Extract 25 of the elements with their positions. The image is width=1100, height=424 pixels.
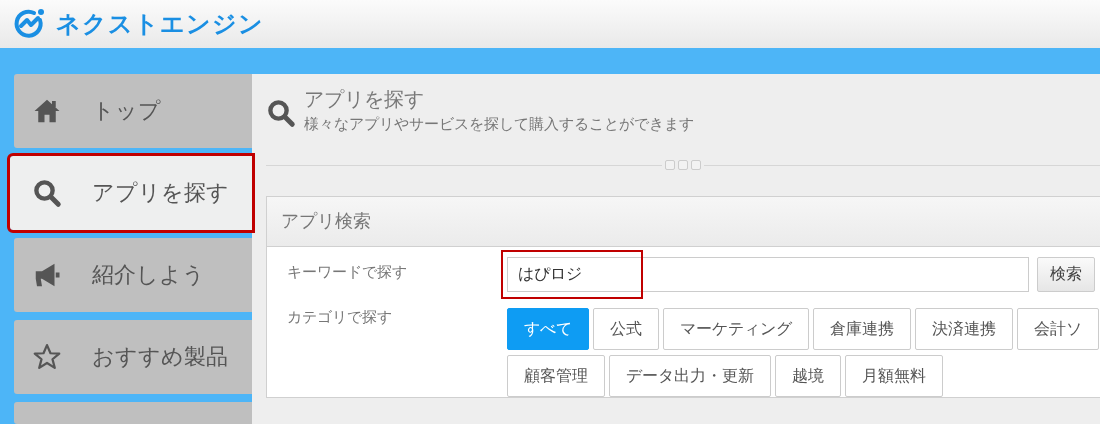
resize-handle-icon[interactable] (662, 160, 704, 170)
category-button[interactable]: マーケティング (663, 308, 809, 350)
field-label: カテゴリで探す (287, 308, 393, 328)
sidebar-item[interactable]: 紹介しよう (14, 238, 252, 312)
sidebar-item[interactable]: トップ (14, 74, 252, 148)
page-subtitle: 様々なアプリやサービスを探して購入することができます (304, 115, 694, 134)
category-button[interactable]: データ出力・更新 (609, 355, 771, 397)
field-label: キーワードで探す (287, 263, 408, 283)
star-icon (32, 342, 62, 372)
category-button[interactable]: 顧客管理 (507, 355, 605, 397)
category-button[interactable]: 倉庫連携 (813, 308, 911, 350)
search-button[interactable]: 検索 (1037, 257, 1095, 292)
search-icon (32, 178, 62, 208)
panel-title: アプリ検索 (267, 197, 1100, 247)
keyword-field[interactable]: はぴロジ (507, 257, 1029, 292)
logo-text: ネクストエンジン (56, 9, 264, 40)
search-icon (266, 98, 296, 128)
category-button[interactable]: 月額無料 (845, 355, 943, 397)
category-button[interactable]: 決済連携 (915, 308, 1013, 350)
category-button[interactable]: 公式 (593, 308, 659, 350)
sidebar-item[interactable]: アプリを探す (10, 156, 252, 230)
category-button[interactable]: 会計ソ (1017, 308, 1099, 350)
category-button[interactable]: 越境 (775, 355, 841, 397)
page-title: アプリを探す (304, 86, 425, 113)
sidebar-item[interactable]: おすすめ製品 (14, 320, 252, 394)
